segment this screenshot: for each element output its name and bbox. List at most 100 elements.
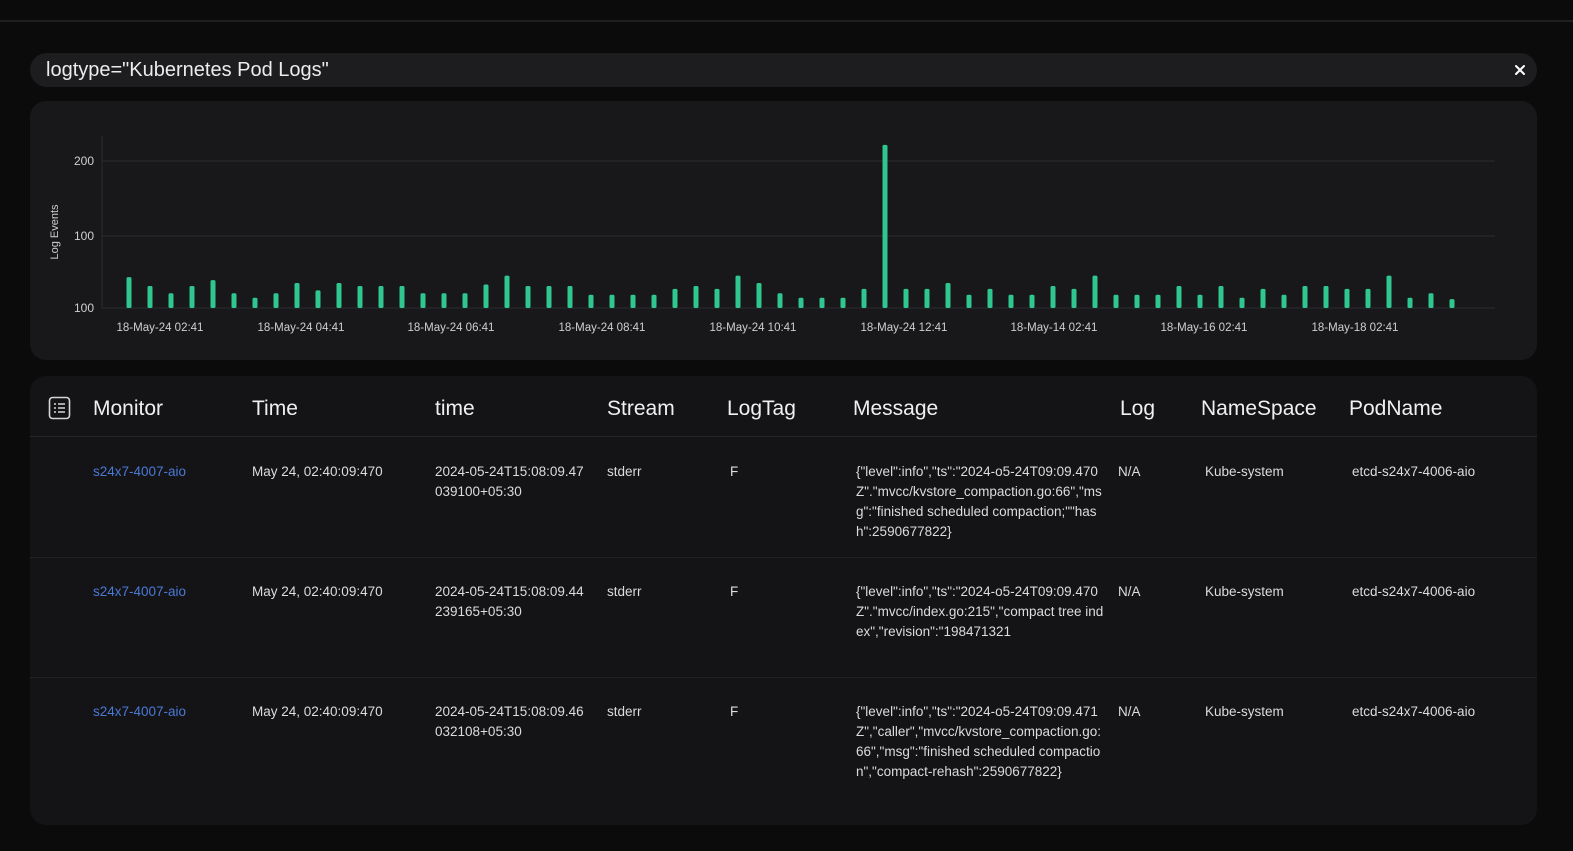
chart-bar[interactable] xyxy=(693,285,699,308)
chart-bar[interactable] xyxy=(819,297,825,308)
column-header-time-raw[interactable]: time xyxy=(435,397,475,421)
chart-bar[interactable] xyxy=(294,283,300,308)
chart-bar[interactable] xyxy=(189,285,195,308)
chart-bar[interactable] xyxy=(252,297,258,308)
chart-bar[interactable] xyxy=(357,285,363,308)
chart-bar[interactable] xyxy=(567,285,573,308)
chart-bar[interactable] xyxy=(1029,294,1035,308)
chart-bar[interactable] xyxy=(672,288,678,308)
chart-bar[interactable] xyxy=(441,293,447,308)
cell-time-raw: 2024-05-24T15:08:09.47039100+05:30 xyxy=(435,464,584,499)
cell-message: {"level":info","ts":"2024-o5-24T09:09.47… xyxy=(856,584,1104,639)
column-header-monitor[interactable]: Monitor xyxy=(93,397,163,421)
chart-bar[interactable] xyxy=(882,144,888,308)
chart-bar[interactable] xyxy=(273,293,279,308)
chart-bar[interactable] xyxy=(231,293,237,308)
chart-bar[interactable] xyxy=(1050,285,1056,308)
monitor-link[interactable]: s24x7-4007-aio xyxy=(93,702,186,722)
chart-bar[interactable] xyxy=(714,288,720,308)
chart-bar[interactable] xyxy=(1197,294,1203,308)
clear-query-icon[interactable] xyxy=(1513,63,1527,77)
monitor-link[interactable]: s24x7-4007-aio xyxy=(93,462,186,482)
chart-bar[interactable] xyxy=(1407,297,1413,308)
cell-time-raw: 2024-05-24T15:08:09.46032108+05:30 xyxy=(435,704,584,739)
column-header-time[interactable]: Time xyxy=(252,397,298,421)
chart-bar[interactable] xyxy=(1281,294,1287,308)
table-row[interactable]: s24x7-4007-aio May 24, 02:40:09:470 2024… xyxy=(30,436,1537,558)
chart-bar[interactable] xyxy=(651,294,657,308)
cell-namespace: Kube-system xyxy=(1205,584,1284,599)
cell-time: May 24, 02:40:09:470 xyxy=(252,584,383,599)
cell-time: May 24, 02:40:09:470 xyxy=(252,704,383,719)
chart-bar[interactable] xyxy=(420,293,426,308)
chart-bar[interactable] xyxy=(1176,285,1182,308)
column-header-stream[interactable]: Stream xyxy=(607,397,675,421)
column-header-logtag[interactable]: LogTag xyxy=(727,397,796,421)
chart-bar[interactable] xyxy=(126,277,132,308)
log-query-text[interactable]: logtype="Kubernetes Pod Logs" xyxy=(46,59,329,82)
chart-bar[interactable] xyxy=(1449,299,1455,308)
chart-bar[interactable] xyxy=(1344,288,1350,308)
chart-bar[interactable] xyxy=(861,288,867,308)
cell-namespace: Kube-system xyxy=(1205,464,1284,479)
chart-bar[interactable] xyxy=(1092,275,1098,308)
chart-bar[interactable] xyxy=(378,285,384,308)
chart-bar[interactable] xyxy=(336,283,342,308)
y-tick-label: 100 xyxy=(74,229,94,243)
chart-bar[interactable] xyxy=(1113,294,1119,308)
chart-bar[interactable] xyxy=(1008,294,1014,308)
chart-bar[interactable] xyxy=(546,285,552,308)
cell-podname: etcd-s24x7-4006-aio xyxy=(1352,704,1476,719)
chart-bar[interactable] xyxy=(1218,285,1224,308)
cell-stream: stderr xyxy=(607,584,642,599)
chart-bar[interactable] xyxy=(735,275,741,308)
chart-bar[interactable] xyxy=(903,288,909,308)
chart-bar[interactable] xyxy=(1386,275,1392,308)
chart-bar[interactable] xyxy=(798,297,804,308)
chart-bar[interactable] xyxy=(1260,288,1266,308)
column-header-log[interactable]: Log xyxy=(1120,397,1155,421)
chart-bar[interactable] xyxy=(315,290,321,308)
cell-message: {"level":info","ts":"2024-o5-24T09:09.47… xyxy=(856,464,1102,539)
column-header-message[interactable]: Message xyxy=(853,397,938,421)
x-tick-label: 18-May-24 04:41 xyxy=(258,322,345,334)
chart-bar[interactable] xyxy=(945,283,951,308)
x-tick-label: 18-May-14 02:41 xyxy=(1011,322,1098,334)
chart-bar[interactable] xyxy=(966,294,972,308)
chart-bar[interactable] xyxy=(1323,285,1329,308)
cell-logtag: F xyxy=(730,464,739,479)
chart-bar[interactable] xyxy=(1302,285,1308,308)
table-row[interactable]: s24x7-4007-aio May 24, 02:40:09:470 2024… xyxy=(30,677,1537,825)
chart-bar[interactable] xyxy=(588,294,594,308)
x-tick-label: 18-May-24 12:41 xyxy=(861,322,948,334)
log-query-bar[interactable]: logtype="Kubernetes Pod Logs" xyxy=(30,53,1537,87)
chart-bar[interactable] xyxy=(168,293,174,308)
chart-bar[interactable] xyxy=(1365,288,1371,308)
chart-bar[interactable] xyxy=(840,297,846,308)
chart-bar[interactable] xyxy=(1239,297,1245,308)
chart-bar[interactable] xyxy=(147,285,153,308)
chart-bar[interactable] xyxy=(756,283,762,308)
chart-bar[interactable] xyxy=(1071,288,1077,308)
chart-bar[interactable] xyxy=(1134,294,1140,308)
table-row[interactable]: s24x7-4007-aio May 24, 02:40:09:470 2024… xyxy=(30,557,1537,678)
chart-bar[interactable] xyxy=(987,288,993,308)
chart-bar[interactable] xyxy=(1428,293,1434,308)
chart-bar[interactable] xyxy=(609,294,615,308)
cell-logtag: F xyxy=(730,584,739,599)
chart-bar[interactable] xyxy=(525,285,531,308)
monitor-link[interactable]: s24x7-4007-aio xyxy=(93,582,186,602)
chart-bar[interactable] xyxy=(462,293,468,308)
chart-bar[interactable] xyxy=(399,285,405,308)
x-tick-label: 18-May-24 02:41 xyxy=(117,322,204,334)
chart-bar[interactable] xyxy=(1155,294,1161,308)
chart-bar[interactable] xyxy=(483,284,489,308)
chart-bar[interactable] xyxy=(630,294,636,308)
chart-bar[interactable] xyxy=(210,280,216,308)
column-header-podname[interactable]: PodName xyxy=(1349,397,1442,421)
chart-bar[interactable] xyxy=(504,275,510,308)
column-header-namespace[interactable]: NameSpace xyxy=(1201,397,1317,421)
chart-bar[interactable] xyxy=(924,288,930,308)
column-settings-icon[interactable] xyxy=(48,396,71,420)
chart-bar[interactable] xyxy=(777,293,783,308)
